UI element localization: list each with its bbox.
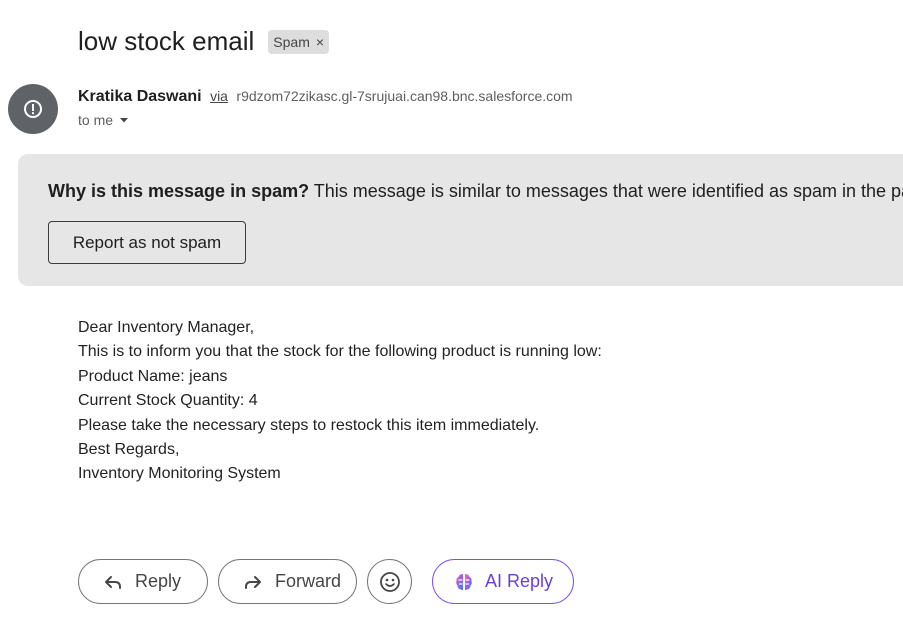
recipient-details-toggle[interactable]: to me <box>78 112 131 128</box>
reply-label: Reply <box>135 571 182 591</box>
ai-reply-button[interactable]: AI Reply <box>432 559 574 604</box>
sender-avatar[interactable] <box>8 84 58 134</box>
recipient-text: to me <box>78 112 114 128</box>
emoji-reaction-button[interactable] <box>367 559 412 604</box>
body-line: Best Regards, <box>78 441 180 459</box>
reply-icon <box>103 572 123 592</box>
forward-label: Forward <box>275 571 342 591</box>
report-not-spam-button[interactable]: Report as not spam <box>48 221 246 264</box>
body-line: Product Name: jeans <box>78 367 228 385</box>
via-link[interactable]: via <box>210 88 228 104</box>
caret-down-icon[interactable] <box>117 113 131 127</box>
sender-address: r9dzom72zikasc.gl-7srujuai.can98.bnc.sal… <box>236 88 573 104</box>
email-body: Dear Inventory Manager, This is to infor… <box>78 316 602 487</box>
subject-row: low stock email Spam × <box>78 24 330 58</box>
body-line: Dear Inventory Manager, <box>78 319 255 336</box>
forward-icon <box>243 572 263 592</box>
remove-label-icon[interactable]: × <box>316 35 324 49</box>
smiley-icon <box>379 571 401 593</box>
spam-label-chip[interactable]: Spam × <box>268 30 330 54</box>
ai-brain-icon <box>453 571 475 593</box>
spam-warning-banner: Why is this message in spam? This messag… <box>18 154 903 286</box>
message-actions: Reply Forward AI Reply <box>78 559 574 604</box>
forward-button[interactable]: Forward <box>218 559 357 604</box>
sender-name[interactable]: Kratika Daswani <box>78 88 202 105</box>
body-line: Please take the necessary steps to resto… <box>78 416 540 434</box>
spam-label-text: Spam <box>273 34 310 50</box>
email-view: low stock email Spam × Kratika Daswani v… <box>0 0 903 643</box>
spam-explanation: Why is this message in spam? This messag… <box>48 180 903 202</box>
alert-circle-icon <box>23 99 43 119</box>
sender-line: Kratika Daswani via r9dzom72zikasc.gl-7s… <box>78 86 573 107</box>
email-subject: low stock email <box>78 26 255 56</box>
body-line: Inventory Monitoring System <box>78 465 281 483</box>
body-line: This is to inform you that the stock for… <box>78 343 602 361</box>
reply-button[interactable]: Reply <box>78 559 208 604</box>
body-line: Current Stock Quantity: 4 <box>78 392 258 410</box>
ai-reply-label: AI Reply <box>485 571 554 591</box>
spam-question: Why is this message in spam? <box>48 181 310 201</box>
spam-explanation-text: This message is similar to messages that… <box>313 181 903 201</box>
